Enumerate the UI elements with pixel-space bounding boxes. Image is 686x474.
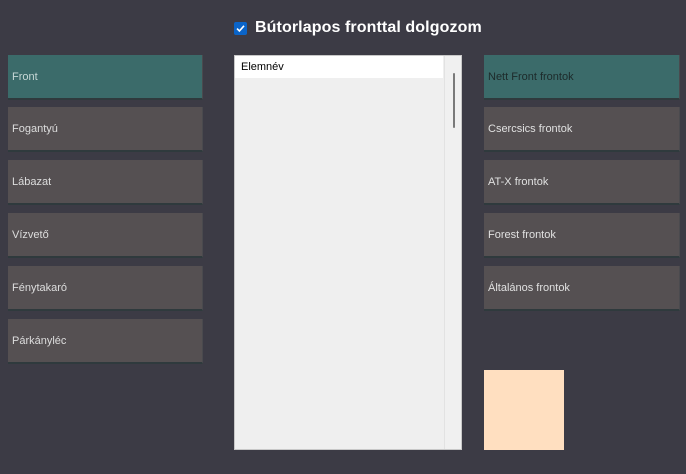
category-button-vizveto[interactable]: Vízvető [8, 213, 203, 258]
supplier-button-label: Nett Front frontok [488, 70, 574, 83]
supplier-button-label: Általános frontok [488, 281, 570, 294]
category-button-label: Párkányléc [12, 334, 67, 347]
category-button-label: Front [12, 70, 38, 83]
header: Bútorlapos fronttal dolgozom [234, 17, 482, 39]
category-button-label: Fénytakaró [12, 281, 68, 294]
category-button-label: Fogantyú [12, 122, 58, 135]
color-preview-swatch [484, 370, 564, 450]
element-listbox[interactable]: Elemnév [234, 55, 462, 450]
category-button-label: Lábazat [12, 175, 52, 188]
supplier-button-nett-front[interactable]: Nett Front frontok [484, 55, 680, 100]
list-scrollbar-thumb[interactable] [453, 73, 455, 128]
category-button-front[interactable]: Front [8, 55, 203, 100]
supplier-button-at-x[interactable]: AT-X frontok [484, 160, 680, 205]
category-button-parkanylec[interactable]: Párkányléc [8, 319, 203, 364]
category-button-fenytakaro[interactable]: Fénytakaró [8, 266, 203, 311]
category-button-label: Vízvető [12, 228, 49, 241]
butorlap-front-label[interactable]: Bútorlapos fronttal dolgozom [255, 19, 482, 37]
supplier-button-altalanos[interactable]: Általános frontok [484, 266, 680, 311]
supplier-button-label: AT-X frontok [488, 175, 549, 188]
list-scrollbar[interactable] [444, 56, 461, 449]
category-button-fogantyu[interactable]: Fogantyú [8, 107, 203, 152]
checkmark-icon [236, 24, 245, 32]
supplier-button-forest[interactable]: Forest frontok [484, 213, 680, 258]
category-button-labazat[interactable]: Lábazat [8, 160, 203, 205]
supplier-button-csercsics[interactable]: Csercsics frontok [484, 107, 680, 152]
supplier-button-label: Forest frontok [488, 228, 556, 241]
list-column-header[interactable]: Elemnév [235, 56, 443, 78]
supplier-button-label: Csercsics frontok [488, 122, 573, 135]
butorlap-front-checkbox[interactable] [234, 21, 247, 35]
